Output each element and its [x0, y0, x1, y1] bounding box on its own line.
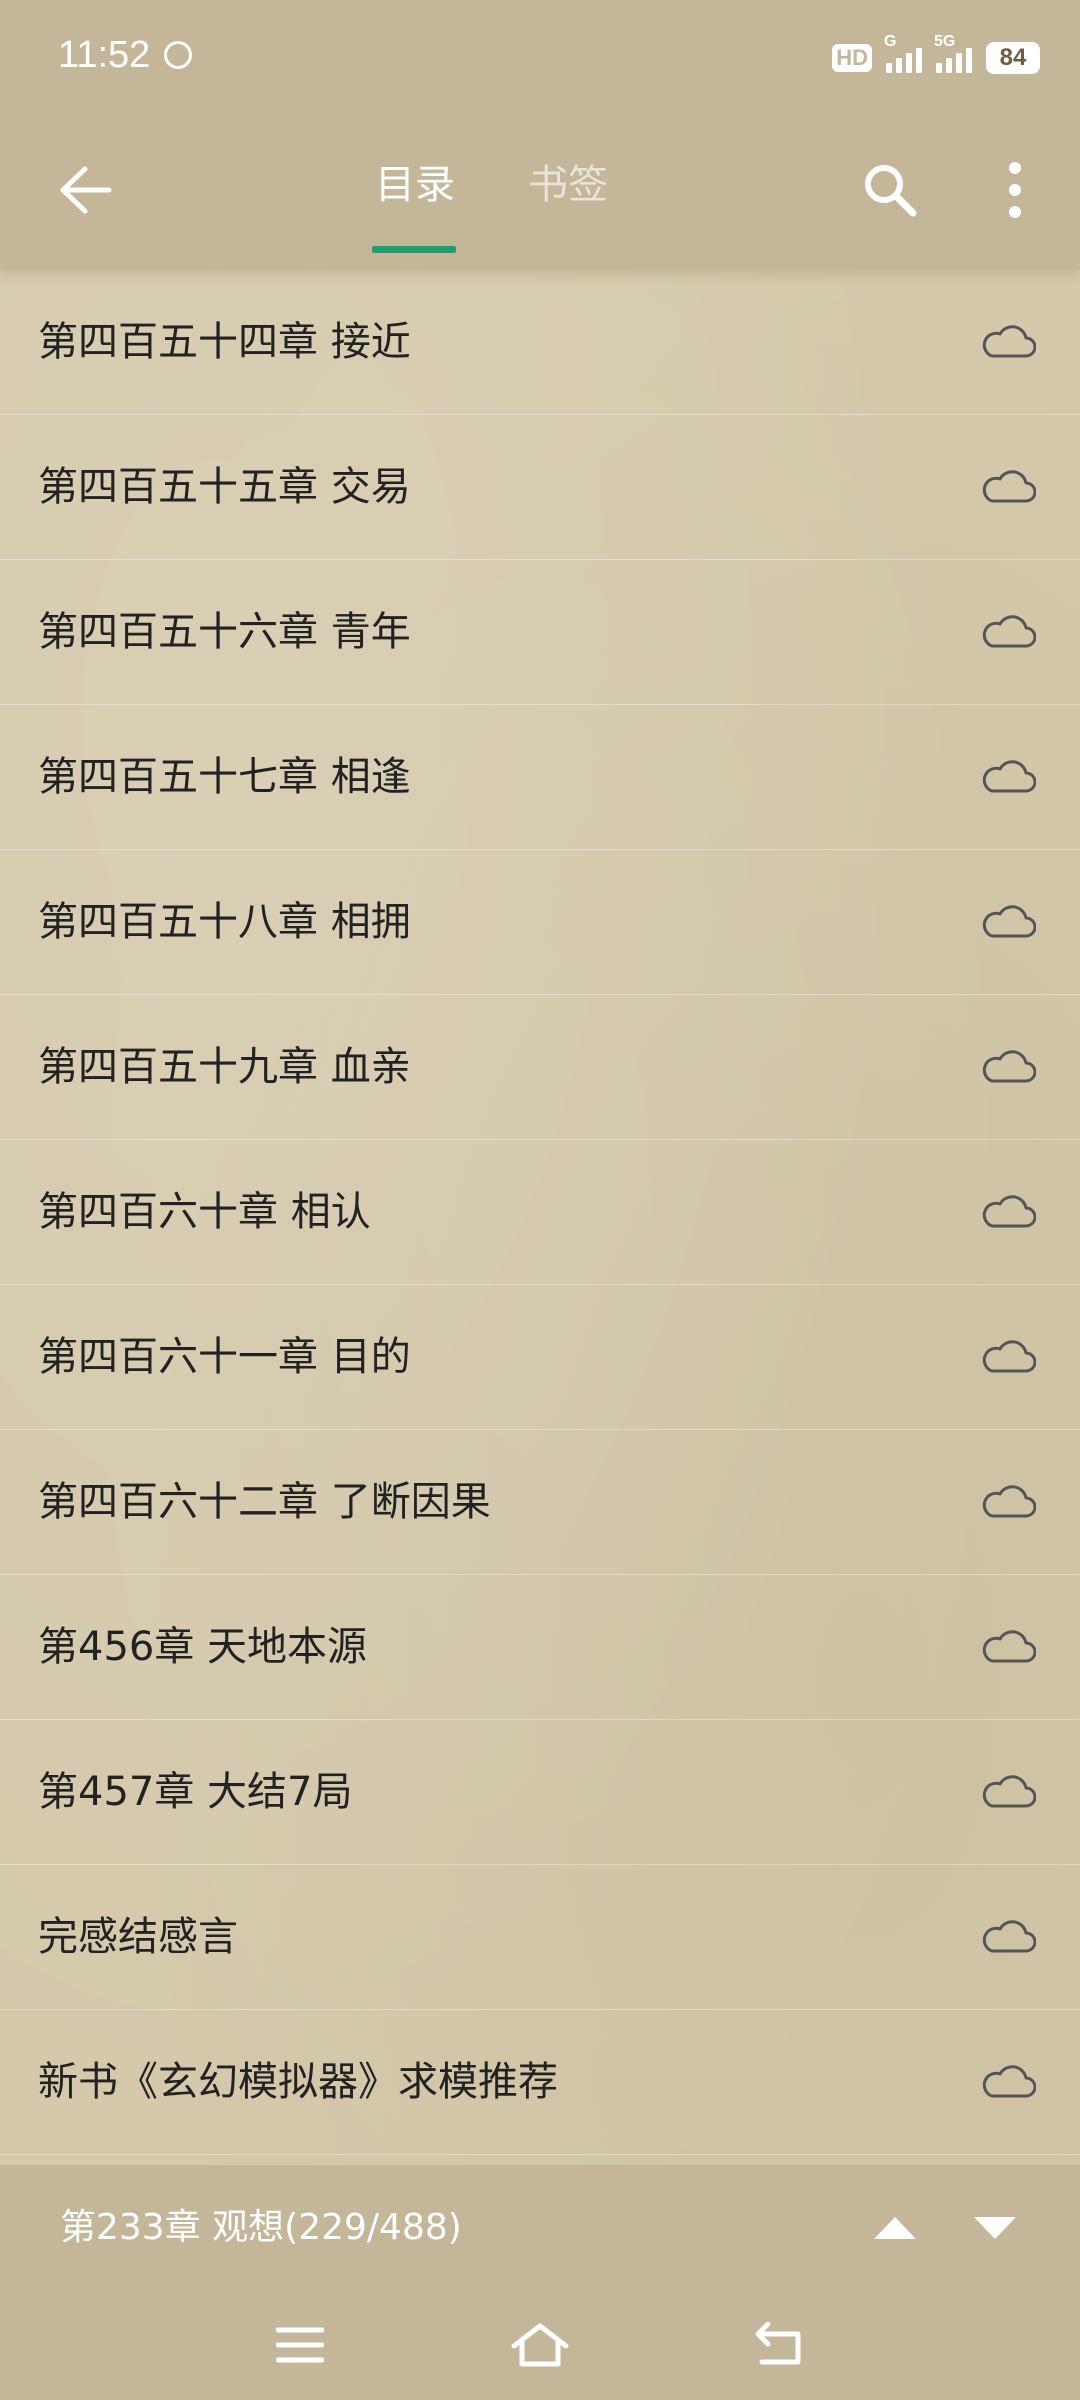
network-type-label: G [884, 33, 897, 50]
chapter-title: 第四百五十八章 相拥 [38, 899, 411, 945]
chapter-list: 第四百五十四章 接近 第四百五十五章 交易 第四百五十六章 青年 第四百五十七章… [0, 270, 1080, 2165]
search-button[interactable] [845, 145, 935, 235]
triangle-down-icon [974, 2216, 1016, 2239]
search-icon [865, 165, 917, 217]
chapter-title: 完感结感言 [38, 1914, 238, 1960]
cloud-icon [982, 325, 1036, 358]
home-icon [511, 2323, 569, 2367]
top-app-bar: 11:52 HD G 5G 84 目录 书签 [0, 0, 1080, 270]
tab-bookmarks[interactable]: 书签 [528, 155, 608, 215]
more-vertical-icon [1009, 162, 1021, 218]
back-icon [755, 2322, 801, 2365]
chapter-title: 第四百五十五章 交易 [38, 464, 411, 510]
hd-badge: HD [832, 44, 872, 72]
cloud-icon [982, 1195, 1036, 1228]
cloud-icon [982, 1920, 1036, 1953]
cloud-icon [982, 1630, 1036, 1663]
chapter-title: 第四百五十七章 相逢 [38, 754, 411, 800]
chapter-title: 第四百六十一章 目的 [38, 1334, 411, 1380]
list-item[interactable]: 第四百五十八章 相拥 [0, 850, 1080, 995]
chapter-title: 第四百六十章 相认 [38, 1189, 371, 1235]
tab-contents[interactable]: 目录 [375, 155, 455, 215]
list-item[interactable]: 第四百五十六章 青年 [0, 560, 1080, 705]
system-home-button[interactable] [500, 2310, 580, 2380]
chapter-title: 新书《玄幻模拟器》求模推荐 [38, 2059, 558, 2105]
chapter-title: 第456章 天地本源 [38, 1624, 368, 1670]
chapter-title: 第四百六十二章 了断因果 [38, 1479, 491, 1525]
signal-icon: G [884, 33, 922, 73]
network-type-label: 5G [934, 33, 956, 50]
chapter-title: 第457章 大结7局 [38, 1769, 353, 1815]
menu-icon [276, 2327, 324, 2363]
list-item[interactable]: 第四百六十二章 了断因果 [0, 1430, 1080, 1575]
list-item[interactable]: 新书《玄幻模拟器》求模推荐 [0, 2010, 1080, 2155]
battery-icon: 84 [986, 42, 1040, 74]
system-navigation-bar [0, 2290, 1080, 2400]
system-menu-button[interactable] [260, 2310, 340, 2380]
notification-icon [164, 41, 192, 69]
cloud-icon [982, 1775, 1036, 1808]
list-item[interactable]: 第四百五十四章 接近 [0, 270, 1080, 415]
cloud-icon [982, 1485, 1036, 1518]
arrow-left-icon [60, 166, 112, 214]
current-chapter-bar: 第233章 观想(229/488) [0, 2165, 1080, 2290]
scroll-up-button[interactable] [855, 2190, 935, 2265]
chapter-title: 第四百五十六章 青年 [38, 609, 411, 655]
list-item[interactable]: 第四百五十七章 相逢 [0, 705, 1080, 850]
list-item[interactable]: 第四百五十九章 血亲 [0, 995, 1080, 1140]
scroll-down-button[interactable] [955, 2190, 1035, 2265]
list-item[interactable]: 第四百六十一章 目的 [0, 1285, 1080, 1430]
more-button[interactable] [970, 145, 1060, 235]
list-item[interactable]: 第四百五十五章 交易 [0, 415, 1080, 560]
list-item[interactable]: 第456章 天地本源 [0, 1575, 1080, 1720]
list-item[interactable]: 完感结感言 [0, 1865, 1080, 2010]
cloud-icon [982, 905, 1036, 938]
cloud-icon [982, 1340, 1036, 1373]
status-bar: 11:52 HD G 5G 84 [0, 0, 1080, 115]
cloud-icon [982, 615, 1036, 648]
cloud-icon [982, 1050, 1036, 1083]
list-item[interactable]: 第457章 大结7局 [0, 1720, 1080, 1865]
triangle-up-icon [874, 2216, 916, 2239]
back-button[interactable] [40, 145, 130, 235]
list-item[interactable]: 第四百六十章 相认 [0, 1140, 1080, 1285]
status-time: 11:52 [58, 34, 151, 76]
cloud-icon [982, 2065, 1036, 2098]
cloud-icon [982, 760, 1036, 793]
tab-indicator [372, 246, 456, 253]
chapter-title: 第四百五十九章 血亲 [38, 1044, 411, 1090]
reader-nav: 目录 书签 [0, 115, 1080, 270]
signal-5g-icon: 5G [934, 33, 972, 73]
chapter-title: 第四百五十四章 接近 [38, 319, 411, 365]
current-chapter-label[interactable]: 第233章 观想(229/488) [60, 2165, 462, 2290]
system-back-button[interactable] [740, 2310, 820, 2380]
status-indicators: HD G 5G 84 [832, 33, 1040, 78]
cloud-icon [982, 470, 1036, 503]
